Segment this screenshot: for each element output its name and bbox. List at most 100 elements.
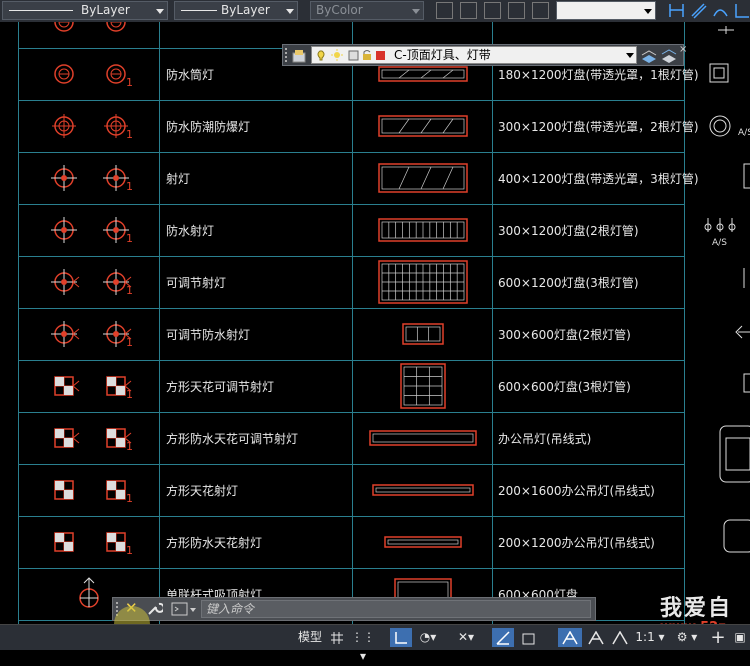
symbol-label: A/S — [712, 238, 727, 248]
legend-spec: 400×1200灯盘(带透光罩，3根灯管) — [498, 172, 699, 186]
table-border — [684, 22, 685, 624]
watermark-text: 我爱自 — [660, 596, 733, 621]
legend-symbol: 1 — [54, 428, 133, 453]
chevron-down-icon — [412, 9, 420, 14]
dim-radius-icon[interactable] — [734, 2, 750, 19]
osnap-icon[interactable]: ✕▾ — [452, 628, 480, 647]
legend-name: 方形防水天花可调节射灯 — [166, 432, 299, 446]
line-sample — [181, 10, 217, 11]
annotation-visibility-icon[interactable] — [558, 628, 582, 647]
linetype-dropdown[interactable]: ByLayer — [174, 1, 298, 20]
chevron-down-icon — [626, 53, 634, 58]
toolbar-grip[interactable] — [285, 48, 290, 62]
chevron-down-icon — [156, 9, 164, 14]
svg-text:1: 1 — [126, 492, 133, 505]
fixture-drawing — [400, 363, 446, 409]
svg-text:1: 1 — [126, 232, 133, 245]
layer-state-icons — [317, 49, 385, 61]
gear-icon[interactable]: ⚙ ▾ — [672, 628, 702, 647]
snap-icon[interactable]: ⋮⋮ ▾ — [350, 628, 376, 663]
symbol-label: A/S — [738, 128, 750, 138]
legend-symbol: 1 — [51, 165, 133, 193]
svg-text:1: 1 — [126, 180, 133, 193]
legend-name: 方形防水天花射灯 — [166, 536, 263, 550]
color-dropdown[interactable]: ByLayer — [2, 1, 168, 20]
legend-name: 可调节射灯 — [166, 276, 227, 290]
svg-text:1: 1 — [126, 336, 133, 349]
dim-aligned-icon[interactable] — [690, 2, 707, 19]
legend-spec: 180×1200灯盘(带透光罩，1根灯管) — [498, 68, 699, 82]
command-placeholder: 键入命令 — [206, 602, 255, 616]
legend-symbol: 1 — [54, 376, 133, 401]
workspace-icon[interactable]: ▣ — [732, 628, 748, 647]
select-icon[interactable] — [484, 2, 501, 19]
svg-text:1: 1 — [126, 544, 133, 557]
otrack-icon[interactable] — [492, 628, 514, 647]
legend-symbol — [54, 22, 126, 32]
legend-symbol: 1 — [52, 114, 133, 141]
legend-name: 方形天花射灯 — [166, 484, 239, 498]
status-bar: 模型 ⋮⋮ ▾ ◔▾ ✕▾ 1:1 ▾ ⚙ ▾ + ▣ — [0, 624, 750, 663]
legend-spec: 300×1200灯盘(带透光罩，2根灯管) — [498, 120, 699, 134]
legend-name: 防水射灯 — [166, 224, 215, 238]
scale-value: 1:1 — [635, 630, 655, 644]
fixture-drawing — [378, 260, 468, 304]
select-icon[interactable] — [460, 2, 477, 19]
legend-spec: 300×1200灯盘(2根灯管) — [498, 224, 639, 238]
legend-symbol: 1 — [54, 64, 133, 89]
select-icon[interactable] — [508, 2, 525, 19]
legend-spec: 200×1600办公吊灯(吊线式) — [498, 484, 655, 498]
legend-name: 防水防潮防爆灯 — [166, 120, 251, 134]
line-sample — [9, 10, 73, 11]
legend-symbol: 1 — [54, 480, 133, 505]
dim-linear-icon[interactable] — [668, 2, 685, 19]
right-partial-symbols — [704, 26, 750, 553]
grid-icon[interactable] — [328, 628, 346, 647]
svg-text:1: 1 — [126, 76, 133, 89]
make-current-layer-icon[interactable] — [641, 48, 657, 67]
table-border — [352, 22, 353, 624]
chevron-down-icon — [644, 9, 652, 14]
svg-text:1: 1 — [126, 440, 133, 453]
fixture-drawing — [378, 115, 468, 137]
layer-toolbar: C-顶面灯具、灯带 × — [282, 44, 687, 67]
annotation-scale-icon[interactable] — [610, 628, 630, 647]
plotstyle-dropdown[interactable]: ByColor — [310, 1, 424, 20]
legend-spec: 600×1200灯盘(3根灯管) — [498, 276, 639, 290]
model-tab[interactable]: 模型 — [296, 628, 324, 647]
current-layer-name: C-顶面灯具、灯带 — [394, 48, 491, 62]
table-border — [18, 22, 19, 624]
select-icon[interactable] — [436, 2, 453, 19]
plotstyle-value: ByColor — [316, 3, 363, 17]
drawing-canvas[interactable]: 防水筒灯 180×1200灯盘(带透光罩，1根灯管) 1 防水防潮防爆灯 300×120… — [0, 22, 750, 624]
table-border — [159, 22, 160, 624]
layer-properties-icon[interactable] — [292, 48, 306, 67]
linetype-value: ByLayer — [221, 3, 270, 17]
legend-spec: 200×1200办公吊灯(吊线式) — [498, 536, 655, 550]
scale-dropdown[interactable]: 1:1 ▾ — [634, 628, 666, 647]
layer-dropdown[interactable]: C-顶面灯具、灯带 — [311, 46, 637, 64]
legend-name: 方形天花可调节射灯 — [166, 380, 275, 394]
table-border — [492, 22, 493, 624]
select-icon[interactable] — [532, 2, 549, 19]
plus-icon[interactable]: + — [708, 628, 728, 647]
properties-toolbar: ByLayer ByLayer ByColor — [0, 0, 750, 23]
auto-scale-icon[interactable] — [586, 628, 606, 647]
fixture-drawing — [369, 430, 477, 446]
blank-dropdown[interactable] — [556, 1, 656, 20]
svg-text:1: 1 — [126, 388, 133, 401]
legend-symbol: 1 — [51, 269, 133, 297]
fixture-drawing — [384, 536, 462, 548]
dynamic-ucs-icon[interactable] — [518, 628, 540, 647]
legend-spec: 300×600灯盘(2根灯管) — [498, 328, 631, 342]
close-icon[interactable]: × — [679, 44, 687, 55]
ortho-icon[interactable] — [390, 628, 412, 647]
polar-icon[interactable]: ◔▾ — [416, 628, 440, 647]
command-line: ✕ 键入命令 — [112, 597, 596, 621]
svg-text:1: 1 — [126, 284, 133, 297]
dim-arc-icon[interactable] — [712, 2, 729, 19]
fixture-drawing — [378, 218, 468, 242]
layer-previous-icon[interactable] — [661, 48, 677, 67]
command-input[interactable]: 键入命令 — [201, 600, 591, 618]
command-prompt-icon[interactable] — [171, 601, 197, 621]
